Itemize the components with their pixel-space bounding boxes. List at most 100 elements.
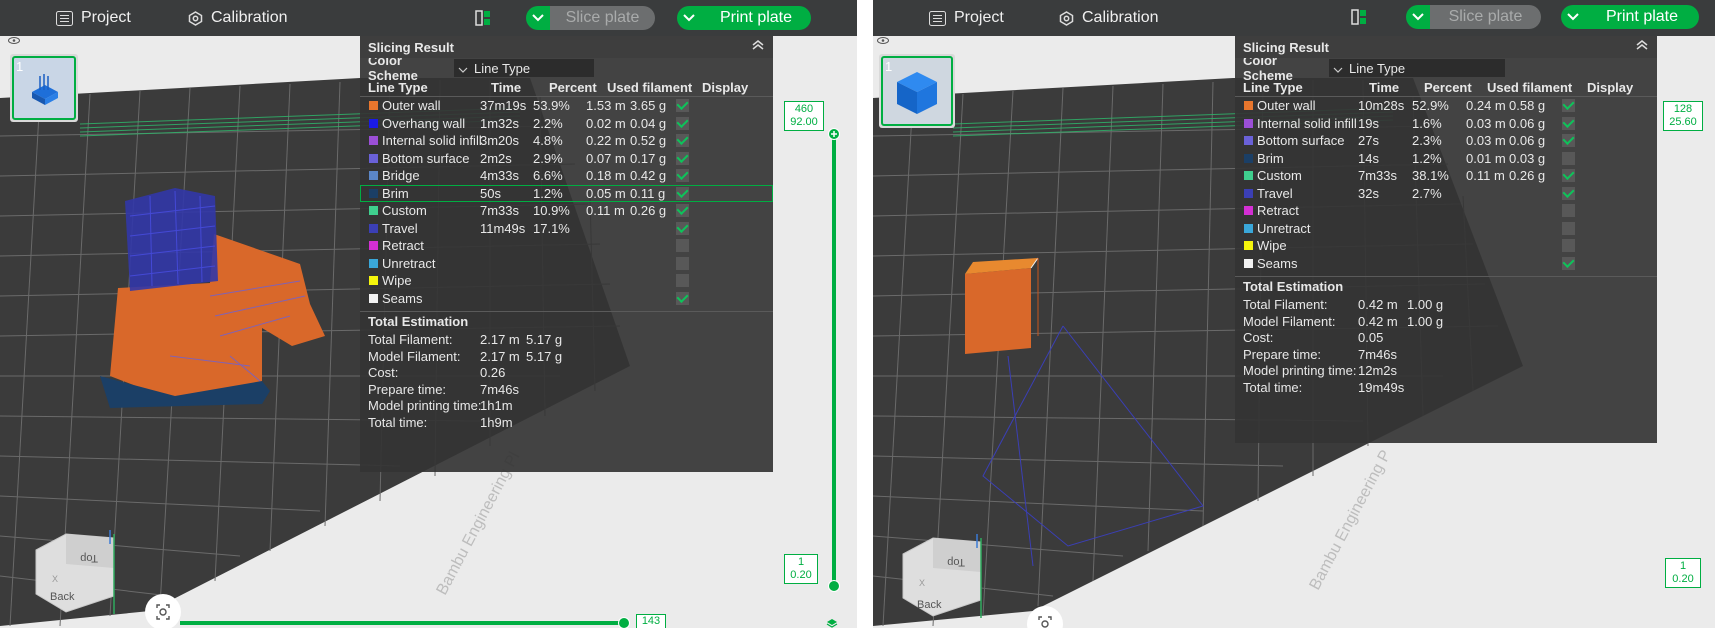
display-checkbox[interactable] — [676, 134, 689, 147]
display-checkbox[interactable] — [676, 221, 689, 235]
print-plate-button[interactable]: Print plate — [1561, 5, 1699, 29]
line-type-row[interactable]: Unretract — [360, 255, 773, 273]
line-type-row[interactable]: Outer wall 37m19s 53.9% 1.53 m 3.65 g — [360, 97, 773, 115]
display-checkbox[interactable] — [1562, 256, 1575, 270]
line-type-row[interactable]: Internal solid infill 19s 1.6% 0.03 m 0.06 g — [1235, 115, 1657, 133]
color-scheme-select[interactable]: Line Type — [1329, 59, 1505, 77]
total-label: Total time: — [1243, 379, 1303, 395]
plate-layout-icon[interactable] — [475, 10, 491, 26]
camera-icon[interactable] — [1027, 606, 1063, 628]
topbar: Project Calibration Slice plate Print pl… — [0, 0, 857, 36]
display-checkbox[interactable] — [1562, 116, 1575, 130]
display-checkbox[interactable] — [676, 116, 689, 130]
display-checkbox[interactable] — [1562, 169, 1575, 182]
display-checkbox[interactable] — [676, 291, 689, 305]
move-slider[interactable] — [180, 621, 625, 625]
collapse-icon[interactable] — [751, 39, 765, 54]
line-type-row[interactable]: Brim 14s 1.2% 0.01 m 0.03 g — [1235, 150, 1657, 168]
line-type-row[interactable]: Custom 7m33s 10.9% 0.11 m 0.26 g — [360, 202, 773, 220]
line-type-row[interactable]: Retract — [360, 237, 773, 255]
slice-plate-button[interactable]: Slice plate — [1406, 5, 1541, 29]
total-label: Total Filament: — [1243, 297, 1328, 312]
line-type-row[interactable]: Unretract — [1235, 220, 1657, 238]
chevron-down-icon[interactable] — [1406, 5, 1430, 29]
color-swatch — [369, 206, 378, 215]
display-checkbox[interactable] — [676, 169, 689, 182]
line-type-row[interactable]: Seams — [360, 290, 773, 308]
color-swatch — [369, 136, 378, 145]
line-type-row[interactable]: Outer wall 10m28s 52.9% 0.24 m 0.58 g — [1235, 97, 1657, 115]
display-checkbox[interactable] — [676, 186, 689, 200]
line-type-row[interactable]: Internal solid infill 3m20s 4.8% 0.22 m 0.52… — [360, 132, 773, 150]
display-checkbox[interactable] — [676, 99, 689, 112]
display-checkbox[interactable] — [1562, 186, 1575, 200]
slicing-result-panel: Slicing Result Color Scheme Line Type Li… — [360, 36, 773, 472]
line-type-row[interactable]: Overhang wall 1m32s 2.2% 0.02 m 0.04 g — [360, 115, 773, 133]
3d-viewport[interactable]: Bambu Engineering Pl 1 Slicing Result Co… — [0, 36, 857, 628]
project-button[interactable]: Project — [56, 0, 131, 36]
line-type-row[interactable]: Seams — [1235, 255, 1657, 273]
line-type-row[interactable]: Retract — [1235, 202, 1657, 220]
plate-layout-icon[interactable] — [1351, 9, 1367, 25]
line-type-row[interactable]: Bottom surface 27s 2.3% 0.03 m 0.06 g — [1235, 132, 1657, 150]
calibration-button[interactable]: Calibration — [1059, 0, 1158, 36]
layer-bottom-handle[interactable] — [828, 580, 840, 592]
display-checkbox[interactable] — [676, 256, 689, 270]
line-type-row[interactable]: Custom 7m33s 38.1% 0.11 m 0.26 g — [1235, 167, 1657, 185]
display-checkbox[interactable] — [1562, 204, 1575, 217]
camera-icon[interactable] — [145, 594, 181, 628]
plate-thumbnail[interactable]: 1 — [10, 54, 78, 122]
total-value: 0.05 — [1358, 330, 1384, 345]
collapse-icon[interactable] — [1635, 39, 1649, 54]
line-type-percent: 1.6% — [1412, 115, 1442, 131]
move-handle[interactable] — [618, 617, 630, 628]
total-estimation-list: Total Filament: 0.42 m 1.00 g Model Filamen… — [1235, 296, 1657, 395]
display-checkbox[interactable] — [676, 239, 689, 252]
total-label: Cost: — [368, 365, 399, 380]
slice-plate-button[interactable]: Slice plate — [526, 6, 655, 30]
display-checkbox[interactable] — [1562, 151, 1575, 165]
layer-range-slider[interactable] — [832, 134, 836, 586]
line-type-row[interactable]: Wipe — [1235, 237, 1657, 255]
line-type-percent: 2.2% — [533, 115, 563, 131]
display-checkbox[interactable] — [676, 204, 689, 217]
color-scheme-select[interactable]: Line Type — [454, 59, 594, 77]
display-checkbox[interactable] — [1562, 239, 1575, 252]
used-meters: 0.03 m — [1466, 115, 1506, 131]
line-type-row[interactable]: Travel 32s 2.7% — [1235, 185, 1657, 203]
display-checkbox[interactable] — [676, 151, 689, 165]
total-label: Model Filament: — [1243, 313, 1336, 329]
chevron-down-icon[interactable] — [677, 6, 701, 30]
line-type-row[interactable]: Wipe — [360, 272, 773, 290]
print-plate-label[interactable]: Print plate — [1585, 5, 1699, 29]
eye-icon[interactable] — [877, 37, 889, 46]
line-type-row[interactable]: Brim 50s 1.2% 0.05 m 0.11 g — [360, 184, 773, 202]
display-checkbox[interactable] — [1562, 99, 1575, 112]
view-cube[interactable]: Top Back X — [897, 528, 1007, 628]
layer-top-handle[interactable] — [828, 128, 840, 140]
used-grams: 0.06 g — [1509, 133, 1546, 149]
chevron-down-icon[interactable] — [1561, 5, 1585, 29]
display-checkbox[interactable] — [676, 274, 689, 287]
total-row: Prepare time: 7m46s — [360, 381, 773, 398]
project-button[interactable]: Project — [929, 0, 1004, 36]
line-type-row[interactable]: Travel 11m49s 17.1% — [360, 220, 773, 238]
chevron-down-icon[interactable] — [526, 6, 550, 30]
print-plate-button[interactable]: Print plate — [677, 6, 811, 30]
line-type-row[interactable]: Bridge 4m33s 6.6% 0.18 m 0.42 g — [360, 167, 773, 185]
used-meters: 0.18 m — [586, 168, 626, 184]
3d-viewport[interactable]: Bambu Engineering P 1 Slicing Result Col… — [873, 36, 1715, 628]
used-meters: 0.22 m — [586, 133, 626, 149]
layers-icon[interactable] — [826, 615, 838, 628]
calibration-button[interactable]: Calibration — [188, 0, 287, 36]
plate-thumbnail[interactable]: 1 — [879, 54, 955, 128]
line-type-row[interactable]: Bottom surface 2m2s 2.9% 0.07 m 0.17 g — [360, 150, 773, 168]
print-plate-label[interactable]: Print plate — [701, 6, 811, 30]
display-checkbox[interactable] — [1562, 134, 1575, 147]
slice-plate-label[interactable]: Slice plate — [1430, 5, 1541, 29]
display-checkbox[interactable] — [1562, 221, 1575, 235]
eye-icon[interactable] — [8, 37, 20, 46]
view-cube[interactable]: Top Back X — [30, 524, 140, 624]
line-type-name: Unretract — [1257, 220, 1311, 236]
slice-plate-label[interactable]: Slice plate — [550, 6, 655, 30]
